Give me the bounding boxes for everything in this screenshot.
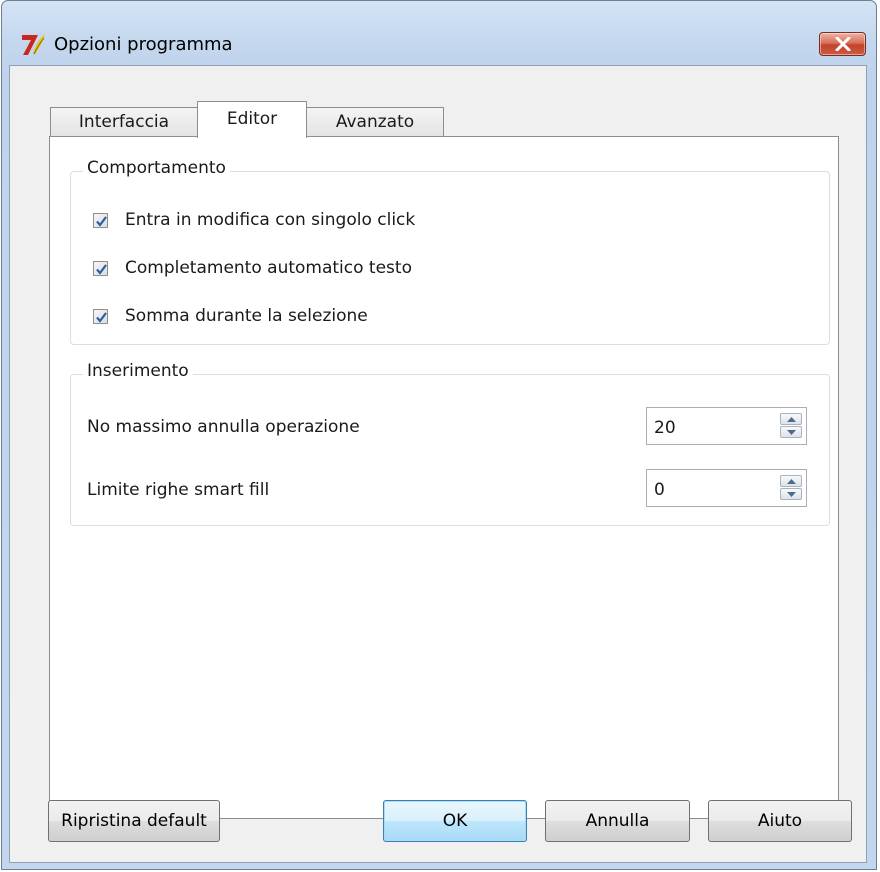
app-logo-icon [22, 34, 45, 55]
dialog-window: Opzioni programma Interfaccia Avanzato E… [1, 0, 877, 870]
title-bar[interactable]: Opzioni programma [2, 1, 876, 61]
spin-up-button[interactable] [780, 475, 802, 487]
spin-down-icon [787, 430, 796, 435]
max-undo-spinbox[interactable]: 20 [646, 407, 807, 445]
spin-up-icon [787, 479, 796, 484]
insert-groupbox: Inserimento No massimo annulla operazion… [70, 361, 830, 526]
checkmark-icon [96, 264, 107, 275]
checkmark-icon [96, 216, 107, 227]
close-button[interactable] [819, 32, 866, 56]
max-undo-label: No massimo annulla operazione [87, 417, 360, 437]
insert-group-title: Inserimento [83, 361, 193, 381]
ok-button[interactable]: OK [383, 800, 527, 842]
checkbox[interactable] [93, 309, 108, 324]
smart-fill-limit-spinbox[interactable]: 0 [646, 469, 807, 507]
tab-label: Avanzato [335, 112, 415, 132]
spin-value[interactable]: 20 [654, 418, 676, 438]
spin-down-button[interactable] [780, 488, 802, 500]
option-label: Completamento automatico testo [125, 258, 412, 278]
help-button[interactable]: Aiuto [708, 800, 852, 842]
spin-up-button[interactable] [780, 413, 802, 425]
tab-editor[interactable]: Editor [197, 101, 307, 138]
checkbox[interactable] [93, 213, 108, 228]
close-icon [835, 37, 851, 51]
tab-label: Interfaccia [78, 112, 170, 132]
behavior-group-title: Comportamento [83, 158, 230, 178]
spin-buttons [780, 475, 802, 501]
spin-value[interactable]: 0 [654, 480, 665, 500]
cancel-button[interactable]: Annulla [545, 800, 690, 842]
tab-interfaccia[interactable]: Interfaccia [50, 107, 198, 137]
smart-fill-limit-label: Limite righe smart fill [87, 480, 270, 500]
spin-down-icon [787, 492, 796, 497]
spin-down-button[interactable] [780, 426, 802, 438]
checkbox[interactable] [93, 261, 108, 276]
checkmark-icon [96, 312, 107, 323]
tab-avanzato[interactable]: Avanzato [306, 107, 444, 137]
editor-tab-panel: Comportamento Entra in modifica con sing… [49, 136, 839, 819]
spin-up-icon [787, 417, 796, 422]
dialog-client-area: Interfaccia Avanzato Editor Comportament… [9, 65, 867, 863]
window-title: Opzioni programma [54, 34, 233, 55]
behavior-groupbox: Comportamento Entra in modifica con sing… [70, 158, 830, 345]
tab-label: Editor [226, 109, 278, 129]
spin-buttons [780, 413, 802, 439]
option-label: Entra in modifica con singolo click [125, 210, 416, 230]
option-label: Somma durante la selezione [125, 306, 368, 326]
reset-defaults-button[interactable]: Ripristina default [48, 800, 220, 842]
